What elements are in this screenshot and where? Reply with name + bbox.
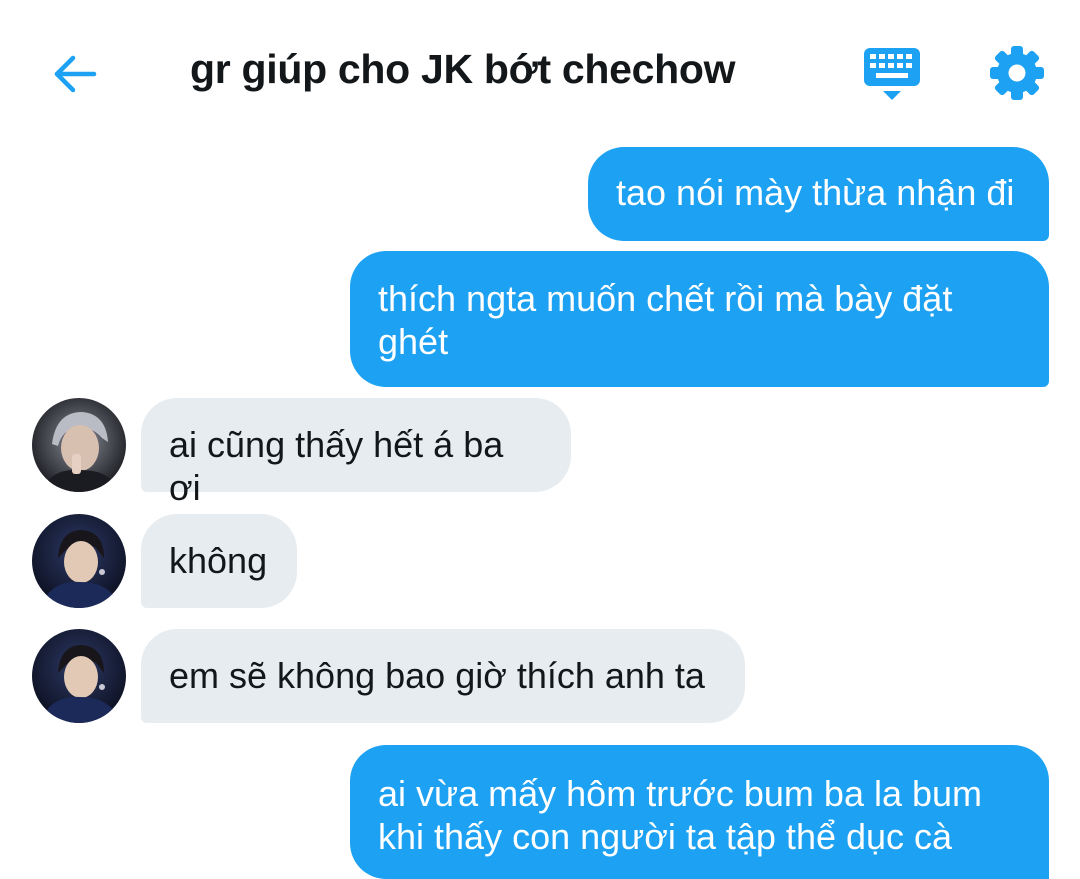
- user-avatar-image: [32, 629, 126, 723]
- chat-header: gr giúp cho JK bớt chechow: [0, 0, 1080, 140]
- keyboard-icon: [864, 48, 920, 100]
- message-bubble-incoming[interactable]: em sẽ không bao giờ thích anh ta: [141, 629, 745, 723]
- message-text-line: không: [169, 540, 268, 581]
- keyboard-button[interactable]: [860, 44, 924, 104]
- message-text-line: khi thấy con người ta tập thể dục cà: [378, 816, 953, 857]
- message-bubble-outgoing[interactable]: ai vừa mấy hôm trước bum ba la bum khi t…: [350, 745, 1049, 879]
- settings-button[interactable]: [988, 44, 1046, 102]
- message-text-line: thích ngta muốn chết rồi mà bày đặt: [378, 278, 953, 319]
- back-button[interactable]: [48, 48, 100, 100]
- avatar[interactable]: [32, 398, 126, 492]
- arrow-left-icon: [54, 55, 97, 93]
- message-bubble-outgoing[interactable]: thích ngta muốn chết rồi mà bày đặt ghét: [350, 251, 1049, 387]
- message-bubble-incoming[interactable]: ai cũng thấy hết á ba ơi: [141, 398, 571, 508]
- message-bubble-outgoing[interactable]: tao nói mày thừa nhận đi: [588, 147, 1049, 241]
- gear-icon: [990, 46, 1044, 100]
- user-avatar-image: [32, 514, 126, 608]
- message-text-line: tao nói mày thừa nhận đi: [616, 172, 1015, 213]
- conversation-title: gr giúp cho JK bớt chechow: [190, 46, 736, 92]
- message-text-line: ai vừa mấy hôm trước bum ba la bum: [378, 773, 983, 814]
- chat-screen: gr giúp cho JK bớt chechow tao nói mày t…: [0, 0, 1080, 879]
- avatar[interactable]: [32, 514, 126, 608]
- message-text-line: ghét: [378, 321, 449, 362]
- user-avatar-image: [32, 398, 126, 492]
- message-bubble-incoming[interactable]: không: [141, 514, 297, 608]
- message-text-line: ai cũng thấy hết á ba ơi: [169, 424, 504, 508]
- avatar[interactable]: [32, 629, 126, 723]
- message-text-line: em sẽ không bao giờ thích anh ta: [169, 655, 705, 696]
